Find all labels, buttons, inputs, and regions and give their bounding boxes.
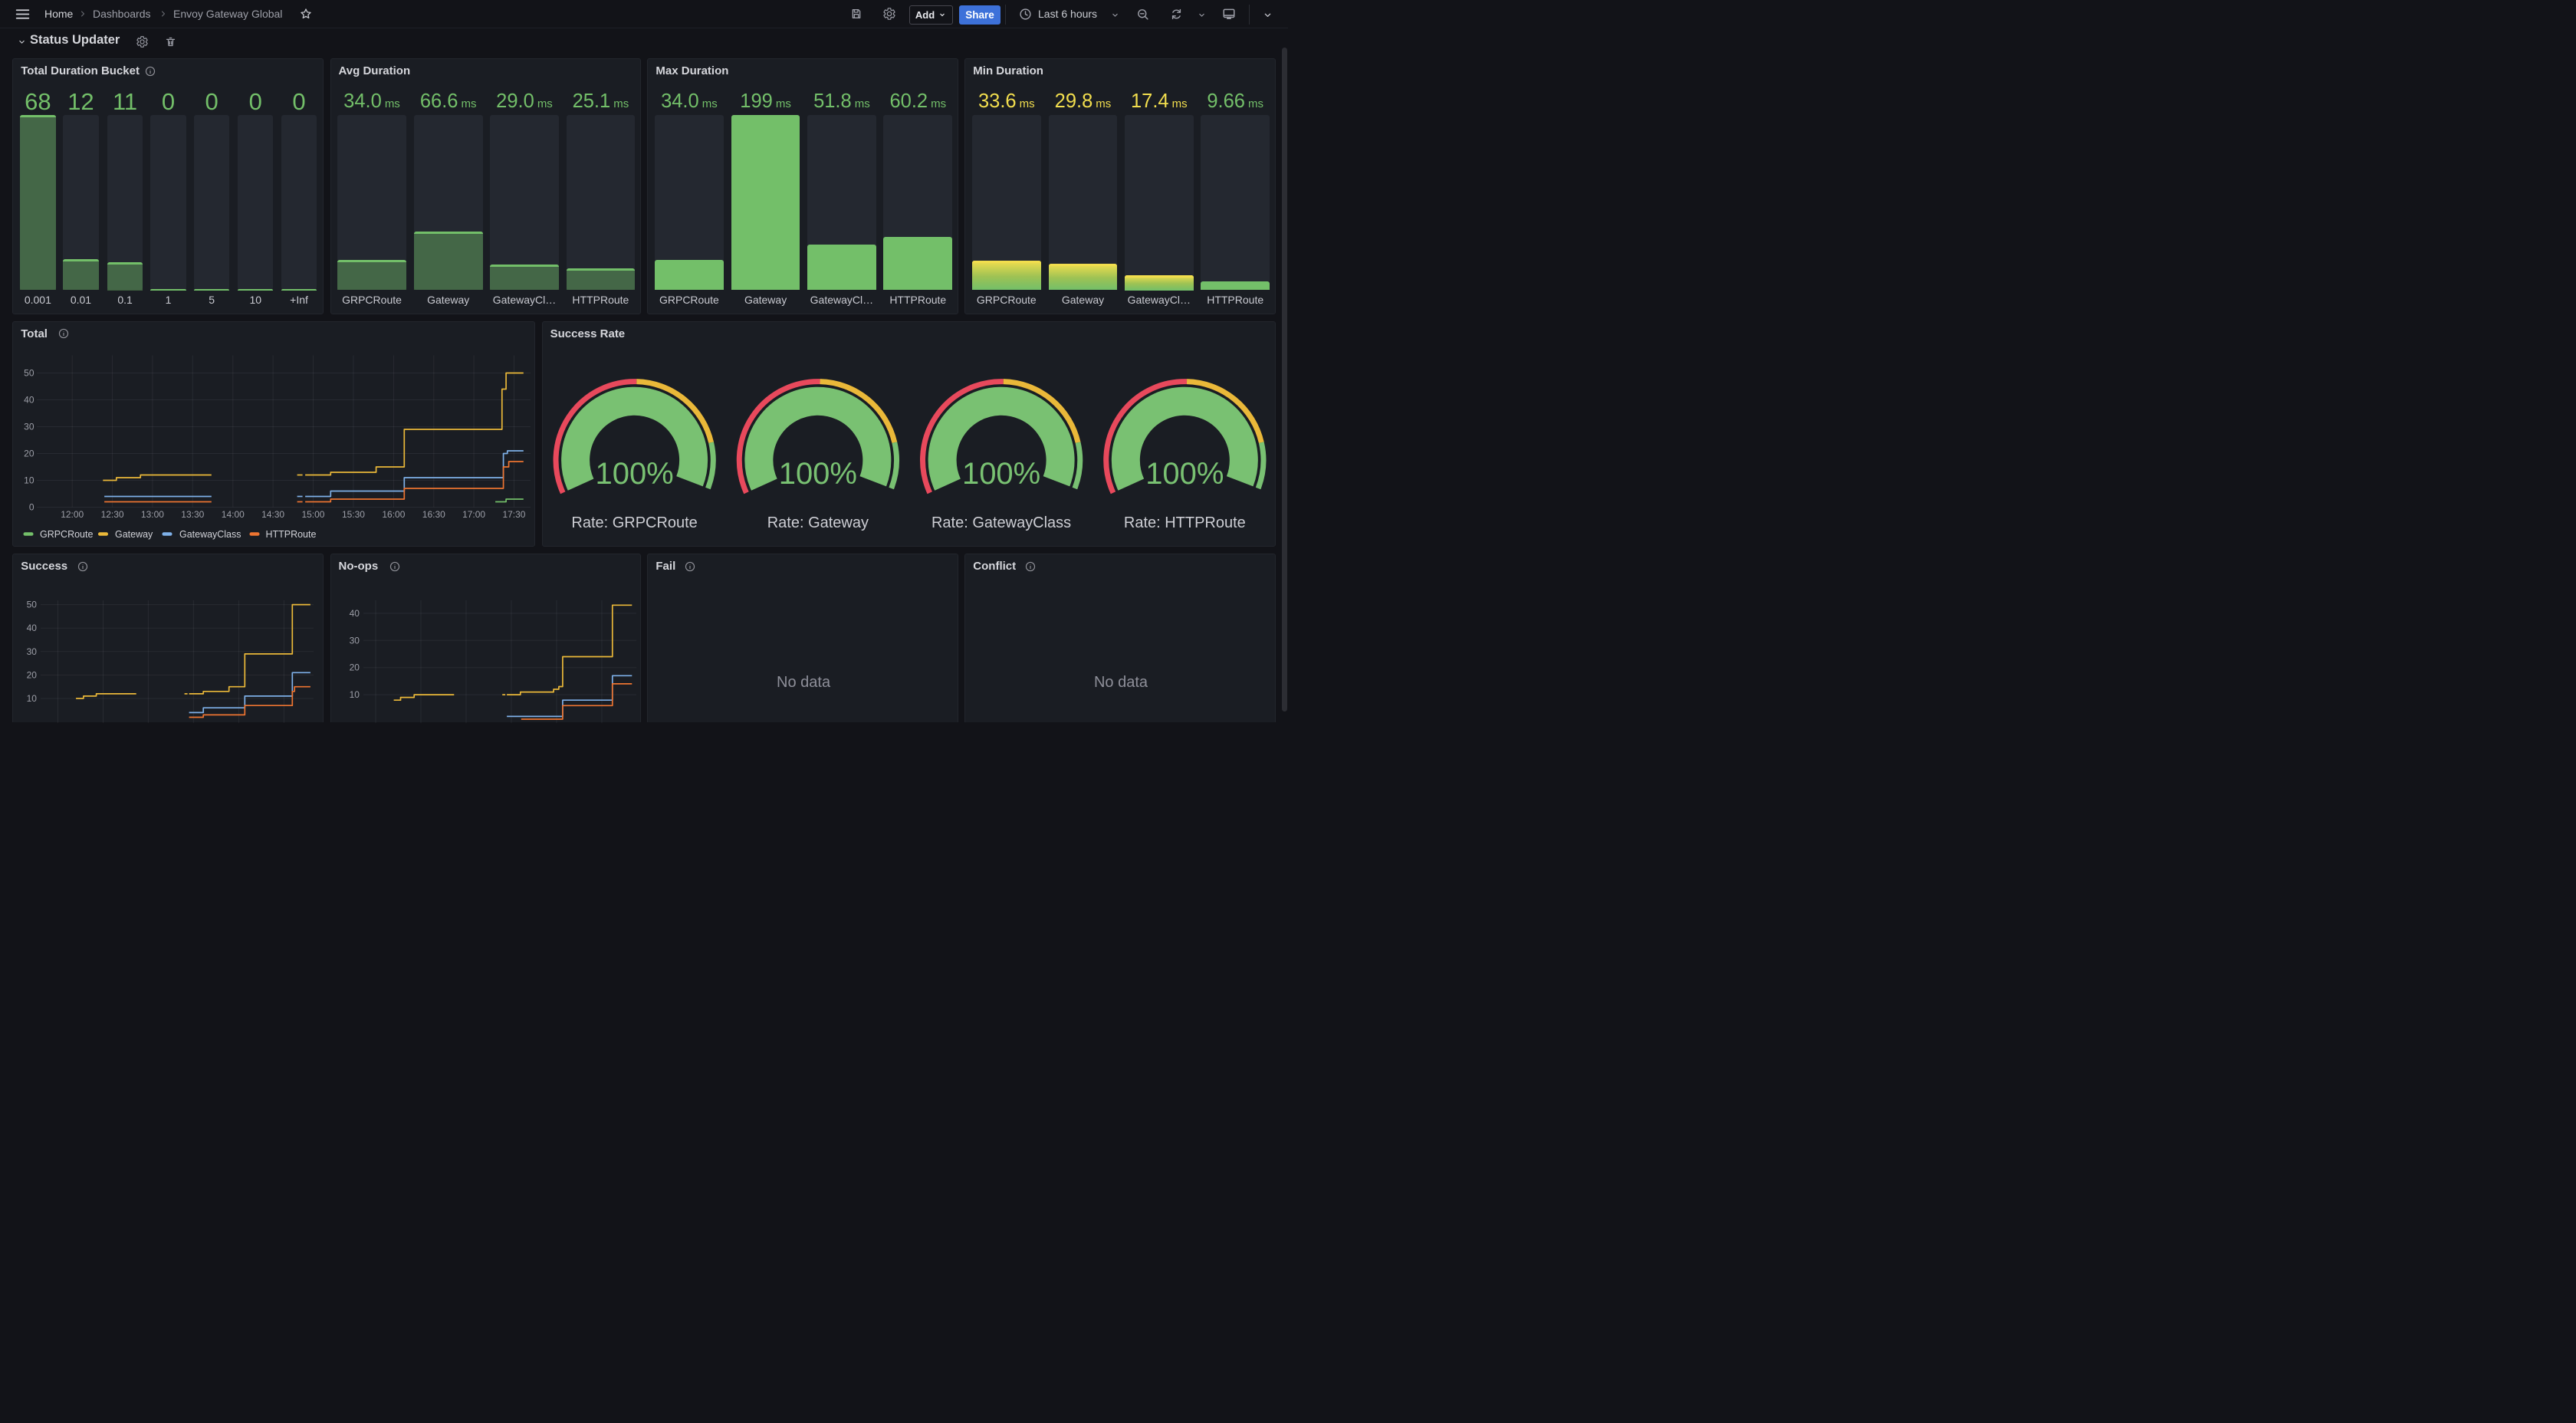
svg-text:100%: 100%	[1145, 457, 1224, 491]
svg-text:15:00: 15:00	[302, 508, 325, 519]
svg-text:Rate: GRPCRoute: Rate: GRPCRoute	[571, 514, 697, 531]
svg-text:40: 40	[349, 608, 360, 619]
svg-text:Rate: GatewayClass: Rate: GatewayClass	[932, 514, 1071, 531]
svg-text:0: 0	[29, 501, 34, 512]
svg-text:10: 10	[349, 689, 360, 700]
svg-text:20: 20	[24, 448, 34, 458]
svg-text:17:30: 17:30	[503, 508, 526, 519]
svg-text:30: 30	[349, 635, 360, 646]
svg-text:100%: 100%	[962, 457, 1040, 491]
svg-text:12:00: 12:00	[61, 508, 84, 519]
svg-text:13:30: 13:30	[182, 508, 205, 519]
svg-text:30: 30	[24, 421, 34, 432]
svg-text:GRPCRoute: GRPCRoute	[40, 528, 93, 539]
svg-text:30: 30	[27, 646, 38, 656]
svg-text:40: 40	[24, 394, 34, 405]
svg-text:GatewayClass: GatewayClass	[179, 528, 241, 539]
svg-text:40: 40	[27, 623, 38, 633]
svg-text:100%: 100%	[595, 457, 673, 491]
svg-text:20: 20	[27, 669, 38, 680]
svg-text:100%: 100%	[778, 457, 856, 491]
svg-text:HTTPRoute: HTTPRoute	[266, 528, 317, 539]
svg-text:12:30: 12:30	[101, 508, 124, 519]
svg-text:Rate: Gateway: Rate: Gateway	[767, 514, 868, 531]
svg-text:Rate: HTTPRoute: Rate: HTTPRoute	[1124, 514, 1246, 531]
svg-text:13:00: 13:00	[141, 508, 164, 519]
svg-text:10: 10	[24, 475, 34, 485]
svg-text:Gateway: Gateway	[115, 528, 153, 539]
svg-text:20: 20	[349, 662, 360, 672]
svg-text:50: 50	[27, 599, 38, 610]
svg-text:10: 10	[27, 693, 38, 704]
svg-text:15:30: 15:30	[342, 508, 365, 519]
svg-text:17:00: 17:00	[462, 508, 485, 519]
svg-text:14:30: 14:30	[261, 508, 284, 519]
svg-text:50: 50	[24, 367, 34, 378]
svg-text:16:00: 16:00	[383, 508, 406, 519]
svg-text:14:00: 14:00	[222, 508, 245, 519]
svg-text:16:30: 16:30	[422, 508, 445, 519]
